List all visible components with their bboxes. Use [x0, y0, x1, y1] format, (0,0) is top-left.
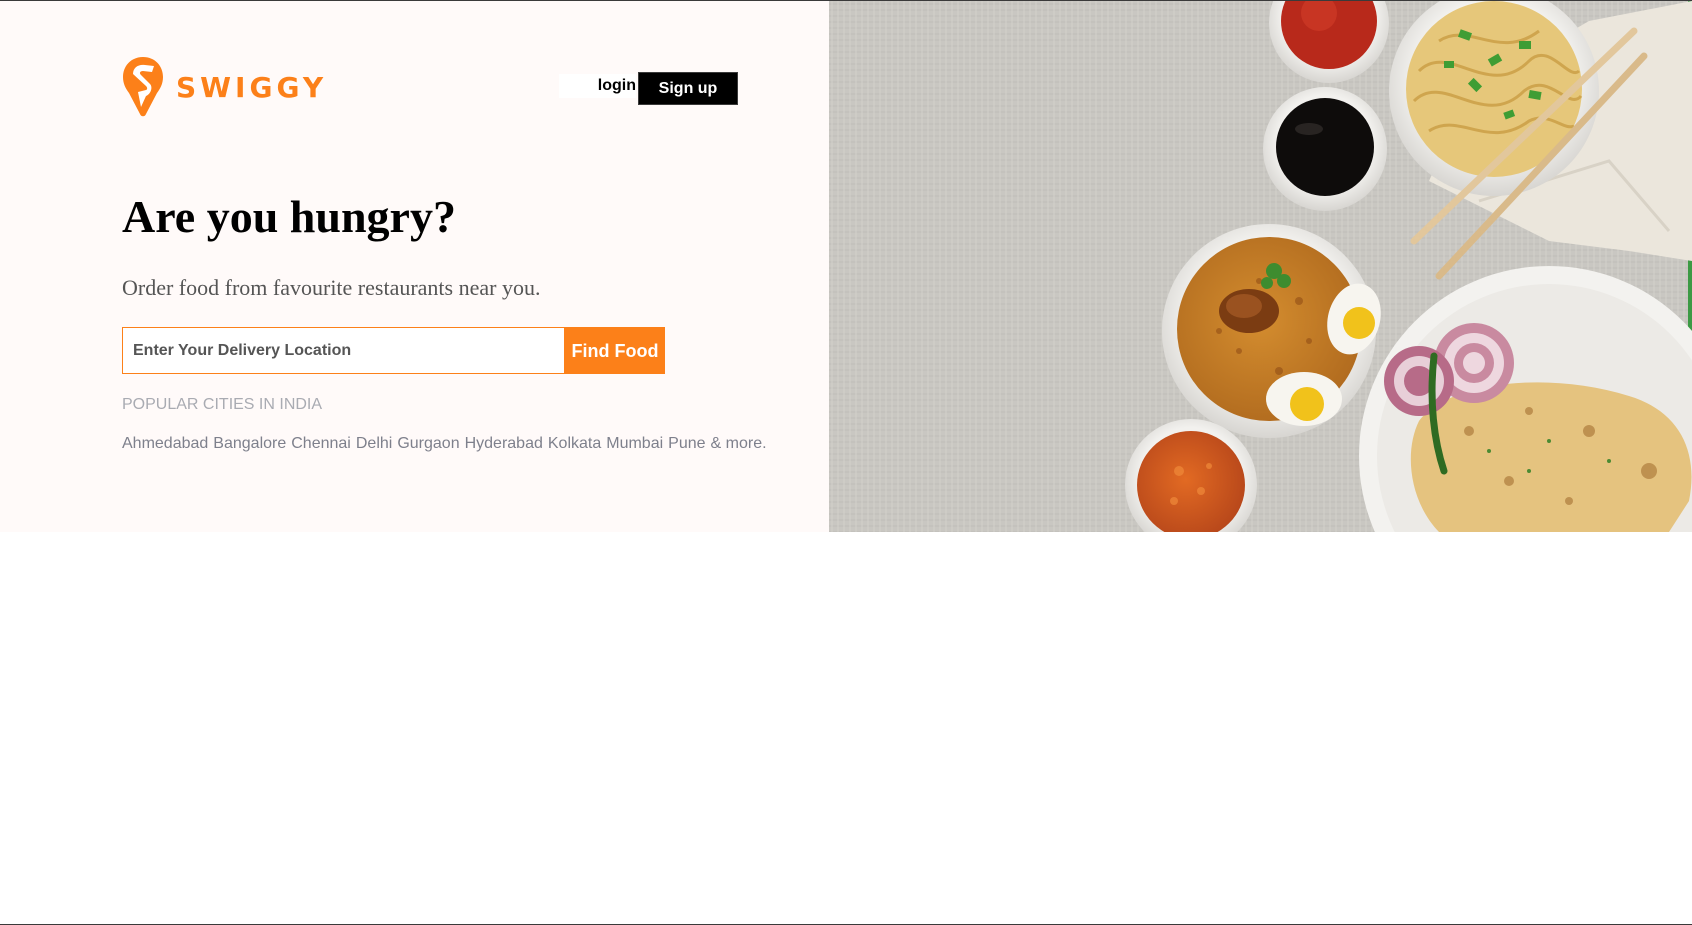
hero-left-panel: SWIGGY login Sign up Are you hungry? Ord… [0, 1, 829, 532]
city-link-chennai[interactable]: Chennai [291, 435, 351, 453]
swiggy-pin-icon [123, 57, 163, 117]
signup-button[interactable]: Sign up [638, 72, 738, 105]
page: SWIGGY login Sign up Are you hungry? Ord… [0, 0, 1692, 925]
swiggy-logo[interactable]: SWIGGY [122, 56, 327, 118]
city-link-pune[interactable]: Pune [668, 435, 705, 453]
food-photo-illustration [829, 1, 1692, 532]
page-title: Are you hungry? [122, 191, 456, 242]
city-link-hyderabad[interactable]: Hyderabad [465, 435, 543, 453]
city-link-bangalore[interactable]: Bangalore [213, 435, 286, 453]
city-link-delhi[interactable]: Delhi [356, 435, 392, 453]
food-spread-image [829, 1, 1692, 532]
city-link-mumbai[interactable]: Mumbai [606, 435, 663, 453]
city-link-ahmedabad[interactable]: Ahmedabad [122, 435, 208, 453]
brand-name: SWIGGY [176, 70, 328, 104]
subheading: Order food from favourite restaurants ne… [122, 275, 541, 300]
delivery-location-input[interactable] [122, 327, 565, 374]
hero-section: SWIGGY login Sign up Are you hungry? Ord… [0, 1, 1692, 532]
popular-cities-title: POPULAR CITIES IN INDIA [122, 396, 323, 413]
city-link-more[interactable]: & more. [711, 435, 767, 453]
login-button[interactable]: login [559, 74, 636, 98]
find-food-button[interactable]: Find Food [565, 327, 665, 374]
city-link-gurgaon[interactable]: Gurgaon [397, 435, 459, 453]
popular-cities-list: Ahmedabad Bangalore Chennai Delhi Gurgao… [122, 435, 772, 453]
city-link-kolkata[interactable]: Kolkata [548, 435, 601, 453]
